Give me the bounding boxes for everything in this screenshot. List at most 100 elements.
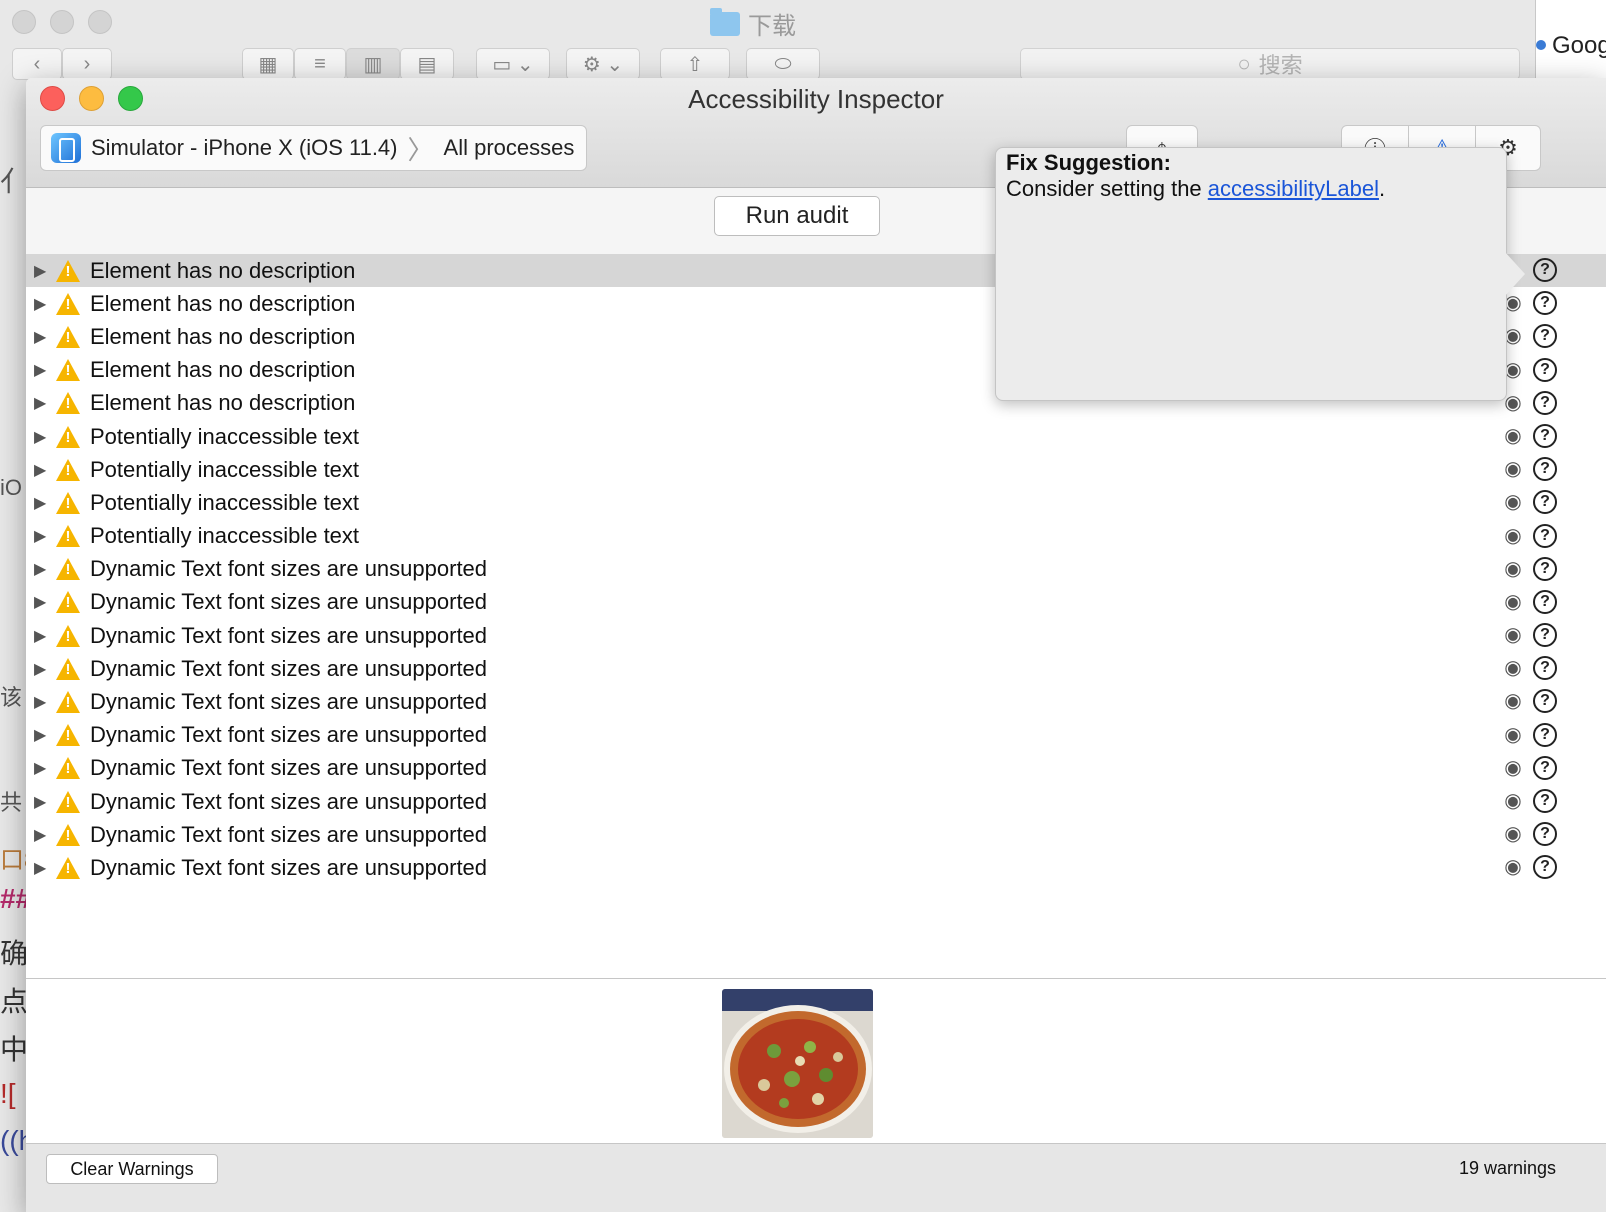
help-icon[interactable]: ? xyxy=(1533,390,1557,415)
disclosure-triangle-icon[interactable]: ▶ xyxy=(34,360,48,380)
help-icon[interactable]: ? xyxy=(1533,490,1557,515)
disclosure-triangle-icon[interactable]: ▶ xyxy=(34,592,48,612)
eye-icon[interactable]: ◉ xyxy=(1500,425,1526,447)
warning-icon xyxy=(56,524,80,548)
warning-label: Dynamic Text font sizes are unsupported xyxy=(90,689,488,715)
help-icon[interactable]: ? xyxy=(1533,589,1557,614)
warning-row[interactable]: ▶ Dynamic Text font sizes are unsupported… xyxy=(26,851,1606,884)
warning-row[interactable]: ▶ Dynamic Text font sizes are unsupported… xyxy=(26,719,1606,752)
help-icon[interactable]: ? xyxy=(1533,755,1557,780)
eye-icon[interactable]: ◉ xyxy=(1500,657,1526,679)
help-icon[interactable]: ? xyxy=(1533,822,1557,847)
help-icon[interactable]: ? xyxy=(1533,291,1557,316)
eye-icon[interactable]: ◉ xyxy=(1500,724,1526,746)
disclosure-triangle-icon[interactable]: ▶ xyxy=(34,825,48,845)
eye-icon[interactable]: ◉ xyxy=(1500,690,1526,712)
disclosure-triangle-icon[interactable]: ▶ xyxy=(34,858,48,878)
warning-icon xyxy=(56,823,80,847)
run-audit-button[interactable]: Run audit xyxy=(714,196,880,236)
disclosure-triangle-icon[interactable]: ▶ xyxy=(34,626,48,646)
disclosure-triangle-icon[interactable]: ▶ xyxy=(34,261,48,281)
warning-row[interactable]: ▶ Potentially inaccessible text ◉? xyxy=(26,453,1606,486)
help-icon[interactable]: ? xyxy=(1533,656,1557,681)
help-icon[interactable]: ? xyxy=(1533,523,1557,548)
help-icon[interactable]: ? xyxy=(1533,258,1557,282)
eye-icon[interactable]: ◉ xyxy=(1500,525,1526,547)
forward-button[interactable]: › xyxy=(62,48,112,80)
fix-suggestion-popover: Fix Suggestion: Consider setting the acc… xyxy=(995,147,1525,401)
warning-label: Potentially inaccessible text xyxy=(90,489,360,515)
disclosure-triangle-icon[interactable]: ▶ xyxy=(34,327,48,347)
help-icon[interactable]: ? xyxy=(1533,623,1557,648)
help-icon[interactable]: ? xyxy=(1533,855,1557,880)
pizza-image xyxy=(722,989,873,1138)
warning-row[interactable]: ▶ Dynamic Text font sizes are unsupported… xyxy=(26,785,1606,818)
eye-icon[interactable]: ◉ xyxy=(1500,790,1526,812)
warning-row[interactable]: ▶ Dynamic Text font sizes are unsupported… xyxy=(26,553,1606,586)
warning-row[interactable]: ▶ Dynamic Text font sizes are unsupported… xyxy=(26,586,1606,619)
columns-icon: ▥ xyxy=(363,53,383,76)
warning-icon xyxy=(56,391,80,415)
tag-button[interactable]: ⬭ xyxy=(746,48,820,80)
eye-icon[interactable]: ◉ xyxy=(1500,591,1526,613)
gallery-view-button[interactable]: ▤ xyxy=(400,48,454,80)
accessibility-label-link[interactable]: accessibilityLabel xyxy=(1208,176,1379,201)
help-icon[interactable]: ? xyxy=(1533,789,1557,813)
column-view-button[interactable]: ▥ xyxy=(346,48,400,80)
disclosure-triangle-icon[interactable]: ▶ xyxy=(34,659,48,679)
browser-tab-label[interactable]: Goog xyxy=(1552,32,1606,60)
warning-row[interactable]: ▶ Dynamic Text font sizes are unsupported… xyxy=(26,752,1606,785)
finder-title: 下载 xyxy=(710,6,796,41)
eye-icon[interactable]: ◉ xyxy=(1500,558,1526,580)
disclosure-triangle-icon[interactable]: ▶ xyxy=(34,427,48,447)
disclosure-triangle-icon[interactable]: ▶ xyxy=(34,792,48,812)
action-button[interactable]: ⚙ ⌄ xyxy=(566,48,640,80)
warning-icon xyxy=(56,491,80,515)
eye-icon[interactable]: ◉ xyxy=(1500,458,1526,480)
list-view-button[interactable]: ≡ xyxy=(294,48,346,80)
target-chooser[interactable]: Simulator - iPhone X (iOS 11.4) 〉 All pr… xyxy=(40,125,588,171)
finder-close-button[interactable] xyxy=(12,10,36,34)
help-icon[interactable]: ? xyxy=(1533,722,1557,747)
strip-text: 该 xyxy=(0,685,23,710)
warning-row[interactable]: ▶ Dynamic Text font sizes are unsupported… xyxy=(26,818,1606,851)
help-icon[interactable]: ? xyxy=(1533,324,1557,349)
help-icon[interactable]: ? xyxy=(1533,357,1557,382)
disclosure-triangle-icon[interactable]: ▶ xyxy=(34,294,48,314)
finder-minimize-button[interactable] xyxy=(50,10,74,34)
icon-view-button[interactable]: ▦ xyxy=(242,48,294,80)
help-icon[interactable]: ? xyxy=(1533,556,1557,581)
help-icon[interactable]: ? xyxy=(1533,689,1557,714)
finder-zoom-button[interactable] xyxy=(88,10,112,34)
back-button[interactable]: ‹ xyxy=(12,48,62,80)
eye-icon[interactable]: ◉ xyxy=(1500,491,1526,513)
eye-icon[interactable]: ◉ xyxy=(1500,757,1526,779)
clear-warnings-button[interactable]: Clear Warnings xyxy=(46,1154,218,1184)
help-icon[interactable]: ? xyxy=(1533,457,1557,482)
eye-icon[interactable]: ◉ xyxy=(1500,856,1526,878)
strip-text: 中 xyxy=(0,1034,26,1065)
disclosure-triangle-icon[interactable]: ▶ xyxy=(34,725,48,745)
warning-row[interactable]: ▶ Dynamic Text font sizes are unsupported… xyxy=(26,619,1606,652)
group-button[interactable]: ▭ ⌄ xyxy=(476,48,550,80)
strip-text: 点 xyxy=(0,986,26,1017)
warning-label: Element has no description xyxy=(90,390,356,416)
warning-row[interactable]: ▶ Dynamic Text font sizes are unsupported… xyxy=(26,652,1606,685)
disclosure-triangle-icon[interactable]: ▶ xyxy=(34,559,48,579)
disclosure-triangle-icon[interactable]: ▶ xyxy=(34,493,48,513)
disclosure-triangle-icon[interactable]: ▶ xyxy=(34,758,48,778)
disclosure-triangle-icon[interactable]: ▶ xyxy=(34,393,48,413)
warning-row[interactable]: ▶ Dynamic Text font sizes are unsupported… xyxy=(26,685,1606,718)
warning-icon xyxy=(56,624,80,648)
eye-icon[interactable]: ◉ xyxy=(1500,624,1526,646)
help-icon[interactable]: ? xyxy=(1533,423,1557,448)
finder-search-field[interactable]: ○ 搜索 xyxy=(1020,48,1520,80)
share-button[interactable]: ⇧ xyxy=(660,48,730,80)
disclosure-triangle-icon[interactable]: ▶ xyxy=(34,692,48,712)
warning-row[interactable]: ▶ Potentially inaccessible text ◉? xyxy=(26,420,1606,453)
warning-row[interactable]: ▶ Potentially inaccessible text ◉? xyxy=(26,486,1606,519)
disclosure-triangle-icon[interactable]: ▶ xyxy=(34,526,48,546)
eye-icon[interactable]: ◉ xyxy=(1500,823,1526,845)
disclosure-triangle-icon[interactable]: ▶ xyxy=(34,460,48,480)
warning-row[interactable]: ▶ Potentially inaccessible text ◉? xyxy=(26,520,1606,553)
